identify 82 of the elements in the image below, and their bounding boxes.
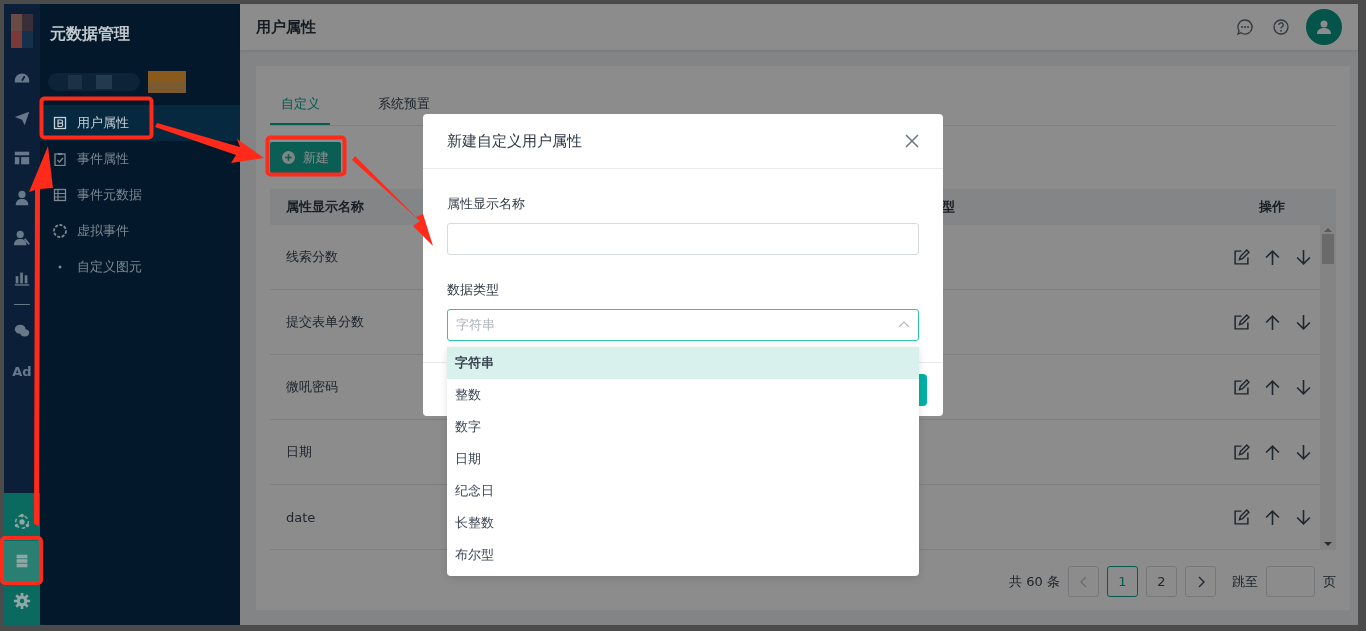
sidebar-item[interactable]: 虚拟事件 — [77, 222, 129, 240]
table-cell: 提交表单分数 — [286, 314, 364, 329]
edit-button[interactable] — [1232, 443, 1250, 461]
arrow-up-icon — [1263, 313, 1281, 331]
dropdown-option[interactable]: 日期 — [447, 443, 919, 475]
column-header: 属性显示名称 — [286, 199, 364, 214]
table-cell: 微吼密码 — [286, 379, 338, 394]
sidebar-item[interactable]: 事件元数据 — [77, 186, 142, 204]
arrow-down-icon — [1294, 443, 1312, 461]
sidebar-item-label: 用户属性 — [77, 114, 129, 132]
page-title: 用户属性 — [256, 17, 317, 37]
edit-icon — [1232, 378, 1250, 396]
edit-icon — [1232, 248, 1250, 266]
arrow-up-icon — [1263, 443, 1281, 461]
avatar[interactable] — [1306, 9, 1342, 45]
edit-icon — [1232, 313, 1250, 331]
highlight-frame — [0, 536, 43, 585]
page-suffix: 页 — [1323, 572, 1336, 591]
total-count: 共 60 条 — [1009, 572, 1060, 591]
b-square-icon — [53, 116, 67, 130]
tab[interactable]: 系统预置 — [374, 86, 434, 125]
arrow-down-icon — [1294, 508, 1312, 526]
dropdown-option[interactable]: 长整数 — [447, 507, 919, 539]
scrollbar[interactable] — [1320, 225, 1336, 550]
move-up-button[interactable] — [1263, 508, 1281, 526]
move-down-button[interactable] — [1294, 248, 1312, 266]
edit-icon — [1232, 508, 1250, 526]
move-up-button[interactable] — [1263, 248, 1281, 266]
sidebar-item[interactable]: 自定义图元 — [77, 258, 142, 276]
dropdown-option[interactable]: 整数 — [447, 379, 919, 411]
help-icon[interactable] — [1272, 18, 1290, 36]
logo-icon — [11, 14, 33, 48]
edit-button[interactable] — [1232, 508, 1250, 526]
ad-nav-label[interactable]: Ad — [12, 363, 32, 379]
user-icon[interactable] — [13, 189, 31, 207]
edit-button[interactable] — [1232, 378, 1250, 396]
dropdown-option[interactable]: 纪念日 — [447, 475, 919, 507]
arrow-up-icon — [1263, 508, 1281, 526]
edit-button[interactable] — [1232, 248, 1250, 266]
arrow-up-icon — [1263, 378, 1281, 396]
user-icon — [1316, 19, 1332, 35]
page-button[interactable]: 2 — [1146, 566, 1177, 597]
plus-circle-icon — [282, 151, 295, 164]
arrow-up-icon — [1263, 248, 1281, 266]
column-header: 操作 — [1259, 199, 1285, 214]
field-label: 属性显示名称 — [447, 195, 526, 213]
field-label: 数据类型 — [447, 281, 500, 299]
column-header: 型 — [942, 199, 955, 214]
table-icon — [53, 188, 67, 202]
sidebar-title: 元数据管理 — [49, 23, 131, 45]
move-down-button[interactable] — [1294, 313, 1312, 331]
network-icon[interactable] — [13, 512, 31, 530]
send-icon[interactable] — [13, 109, 31, 127]
arrow-down-icon — [1294, 313, 1312, 331]
move-up-button[interactable] — [1263, 378, 1281, 396]
table-cell: 日期 — [286, 444, 312, 459]
table-cell: date — [286, 509, 316, 525]
arrow-down-icon — [1294, 378, 1312, 396]
move-down-button[interactable] — [1294, 378, 1312, 396]
move-up-button[interactable] — [1263, 313, 1281, 331]
close-icon[interactable] — [905, 134, 919, 148]
move-up-button[interactable] — [1263, 443, 1281, 461]
sidebar-item[interactable]: 事件属性 — [77, 150, 129, 168]
users-icon[interactable] — [13, 229, 31, 247]
dotted-circle-icon — [53, 224, 67, 238]
edit-button[interactable] — [1232, 313, 1250, 331]
chat-icon[interactable] — [1236, 18, 1254, 36]
dropdown-option[interactable]: 字符串 — [447, 347, 919, 379]
dialog-title: 新建自定义用户属性 — [447, 131, 583, 151]
settings-icon[interactable] — [13, 592, 31, 610]
chevron-left-icon — [1078, 575, 1089, 588]
jump-label: 跳至 — [1232, 572, 1258, 591]
dropdown-option[interactable]: 布尔型 — [447, 539, 919, 571]
move-down-button[interactable] — [1294, 508, 1312, 526]
layout-icon[interactable] — [13, 149, 31, 167]
table-cell: 线索分数 — [286, 249, 338, 264]
arrow-down-icon — [1294, 248, 1312, 266]
edit-icon — [1232, 443, 1250, 461]
move-down-button[interactable] — [1294, 443, 1312, 461]
dropdown-option[interactable]: 数字 — [447, 411, 919, 443]
input-field[interactable] — [447, 223, 919, 255]
clipboard-icon — [53, 152, 67, 166]
